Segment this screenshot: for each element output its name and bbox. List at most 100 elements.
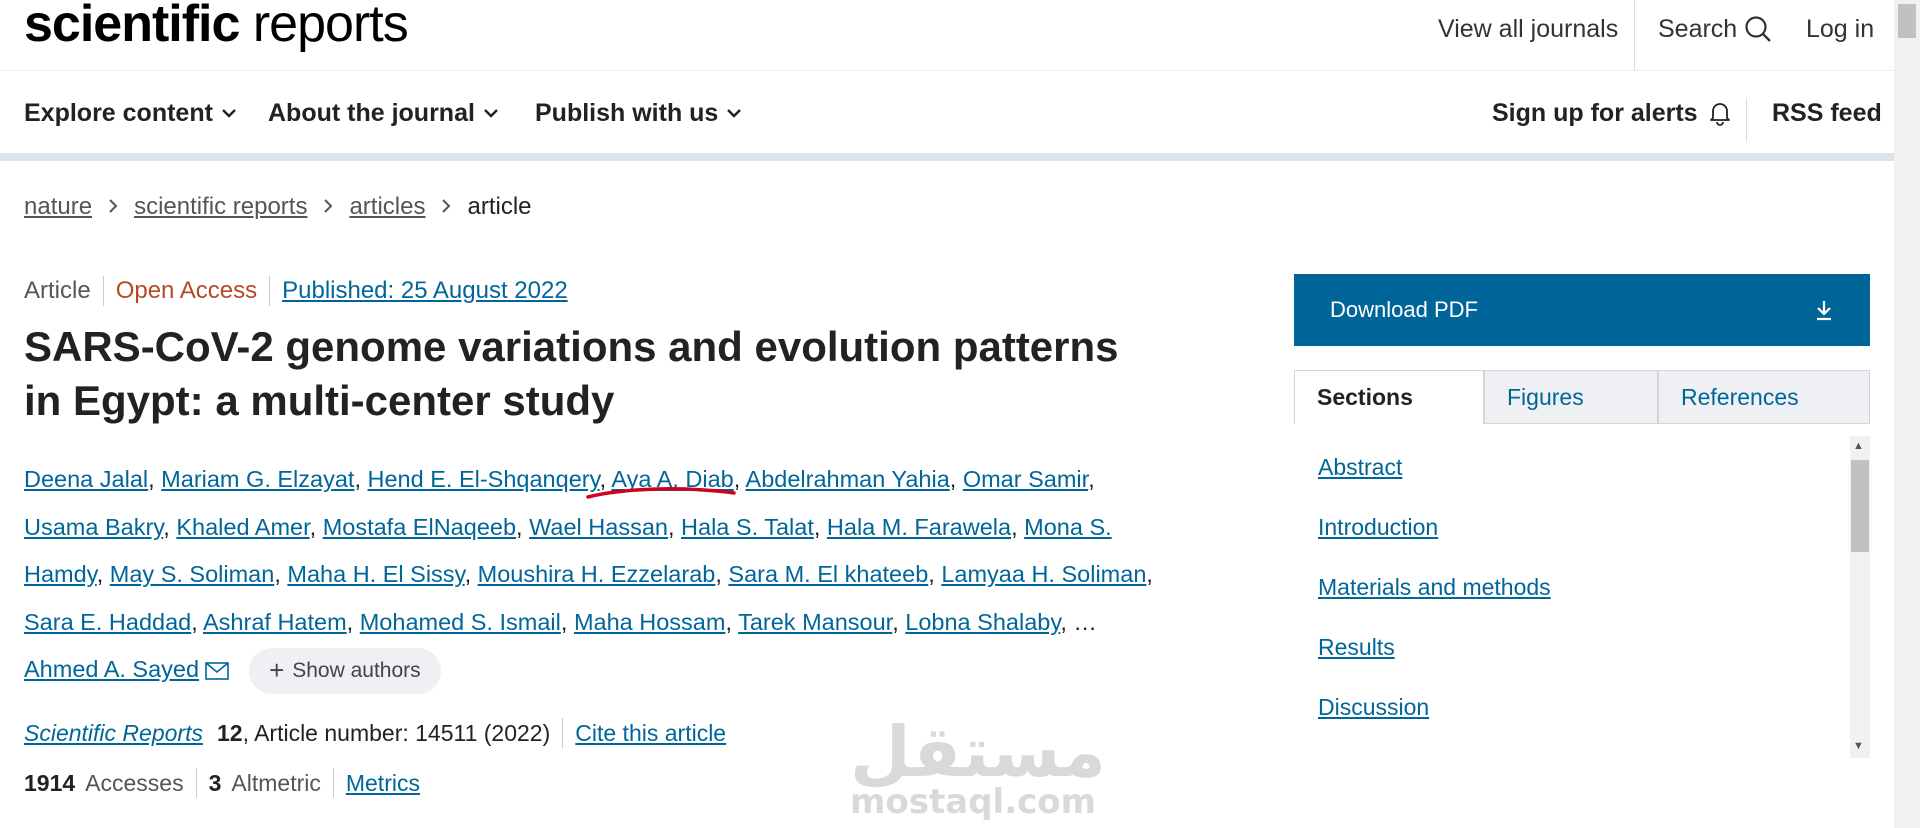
author-link[interactable]: Sara E. Haddad [24,609,191,635]
meta-divider [195,768,197,798]
watermark: مستقل mostaql.com [850,711,1107,822]
logo-light-text: reports [239,0,409,53]
article-type: Article [24,277,91,304]
metrics-line: 1914 Accesses 3 Altmetric Metrics [24,768,420,798]
section-link-abstract[interactable]: Abstract [1318,452,1402,482]
watermark-arabic: مستقل [850,711,1107,793]
author-link[interactable]: Hala S. Talat [681,514,814,540]
sections-list: Abstract Introduction Materials and meth… [1294,436,1870,758]
article-meta: Article Open Access Published: 25 August… [24,276,568,306]
metrics-link[interactable]: Metrics [346,768,420,798]
author-link[interactable]: Maha Hossam [574,609,726,635]
search-label: Search [1658,15,1738,43]
tab-references[interactable]: References [1658,370,1870,424]
chevron-down-icon [727,109,742,118]
breadcrumb-current: article [467,193,532,220]
published-date-link[interactable]: Published: 25 August 2022 [282,276,568,306]
breadcrumb-scientific-reports[interactable]: scientific reports [134,192,307,222]
meta-divider [332,768,334,798]
nav-explore-content[interactable]: Explore content [24,98,237,128]
download-label: Download PDF [1330,297,1478,322]
show-authors-label: Show authors [292,659,421,683]
author-link[interactable]: Mostafa ElNaqeeb [323,514,516,540]
logo-bold-text: scientific [24,0,240,53]
section-link-discussion[interactable]: Discussion [1318,692,1429,722]
red-underline-annotation [586,487,736,499]
author-link[interactable]: Hend E. El-Shqanqery [368,466,600,492]
section-link-introduction[interactable]: Introduction [1318,512,1438,542]
author-link[interactable]: Maha H. El Sissy [287,561,464,587]
chevron-right-icon [108,192,118,222]
breadcrumb-articles[interactable]: articles [349,192,425,222]
alerts-label: Sign up for alerts [1492,99,1698,127]
journal-logo[interactable]: scientific reports [24,0,409,54]
author-link[interactable]: Abdelrahman Yahia [746,466,950,492]
bell-icon [1709,103,1730,126]
scroll-up-arrow-icon[interactable]: ▲ [1853,440,1864,452]
chevron-right-icon [441,192,451,222]
page-scrollbar[interactable] [1894,0,1920,828]
meta-divider [102,276,104,306]
mail-icon[interactable] [205,661,229,680]
altmetric-label: Altmetric [231,770,321,796]
author-link[interactable]: Wael Hassan [529,514,668,540]
nav-divider [1746,98,1747,142]
nav-label: About the journal [268,99,475,127]
sidebar-tabs: Sections Figures References [1294,370,1870,424]
plus-icon: + [269,655,285,686]
show-authors-button[interactable]: + Show authors [249,647,441,694]
tab-figures[interactable]: Figures [1484,370,1658,424]
breadcrumb-nature[interactable]: nature [24,192,92,222]
chevron-down-icon [222,109,236,118]
tab-sections[interactable]: Sections [1294,370,1484,424]
journal-name-link[interactable]: Scientific Reports [24,720,203,746]
accesses-count: 1914 [24,770,76,796]
author-link[interactable]: Khaled Amer [176,514,309,540]
author-link[interactable]: Tarek Mansour [738,609,892,635]
author-link-corresponding[interactable]: Ahmed A. Sayed [24,656,199,682]
journal-volume: 12 [216,720,243,746]
nav-bottom-bar [0,153,1894,161]
open-access-badge: Open Access [115,277,258,304]
article-title: SARS-CoV-2 genome variations and evoluti… [24,323,1119,424]
accesses-label: Accesses [85,770,184,796]
search-button[interactable]: Search [1658,14,1773,44]
nav-label: Explore content [24,99,213,127]
author-link[interactable]: Mariam G. Elzayat [161,466,354,492]
author-link[interactable]: Omar Samir [963,466,1088,492]
nav-about-journal[interactable]: About the journal [268,98,499,128]
rss-feed-link[interactable]: RSS feed [1772,98,1882,128]
meta-divider [269,276,271,306]
author-link[interactable]: May S. Soliman [110,561,275,587]
altmetric-count: 3 [208,770,222,796]
author-link[interactable]: Lamyaa H. Soliman [941,561,1146,587]
page-scrollbar-thumb[interactable] [1898,4,1916,38]
author-link[interactable]: Moushira H. Ezzelarab [478,561,716,587]
chevron-right-icon [323,192,333,222]
sign-up-alerts-button[interactable]: Sign up for alerts [1492,98,1734,128]
section-link-materials-methods[interactable]: Materials and methods [1318,572,1551,602]
nav-label: Publish with us [535,99,719,127]
sections-scrollbar-thumb[interactable] [1851,460,1869,552]
cite-article-link[interactable]: Cite this article [575,718,726,748]
author-link[interactable]: Hala M. Farawela [827,514,1011,540]
scroll-down-arrow-icon[interactable]: ▼ [1853,740,1864,752]
author-link[interactable]: Ashraf Hatem [203,609,347,635]
watermark-latin: mostaql.com [850,782,1097,822]
author-link[interactable]: Lobna Shalaby [905,609,1060,635]
search-icon [1745,16,1772,42]
article-number: , Article number: 14511 (2022) [242,720,551,746]
author-link[interactable]: Mohamed S. Ismail [360,609,561,635]
login-link[interactable]: Log in [1806,14,1874,44]
chevron-down-icon [484,109,498,118]
author-link[interactable]: Deena Jalal [24,466,148,492]
download-icon [1817,301,1831,321]
header-separator [0,70,1894,71]
section-link-results[interactable]: Results [1318,632,1395,662]
download-pdf-button[interactable]: Download PDF [1294,274,1870,346]
author-link[interactable]: Usama Bakry [24,514,163,540]
author-link[interactable]: Sara M. El khateeb [728,561,928,587]
view-all-journals-link[interactable]: View all journals [1438,14,1618,44]
nav-publish-with-us[interactable]: Publish with us [535,98,742,128]
breadcrumb: nature scientific reports articles artic… [24,192,532,222]
